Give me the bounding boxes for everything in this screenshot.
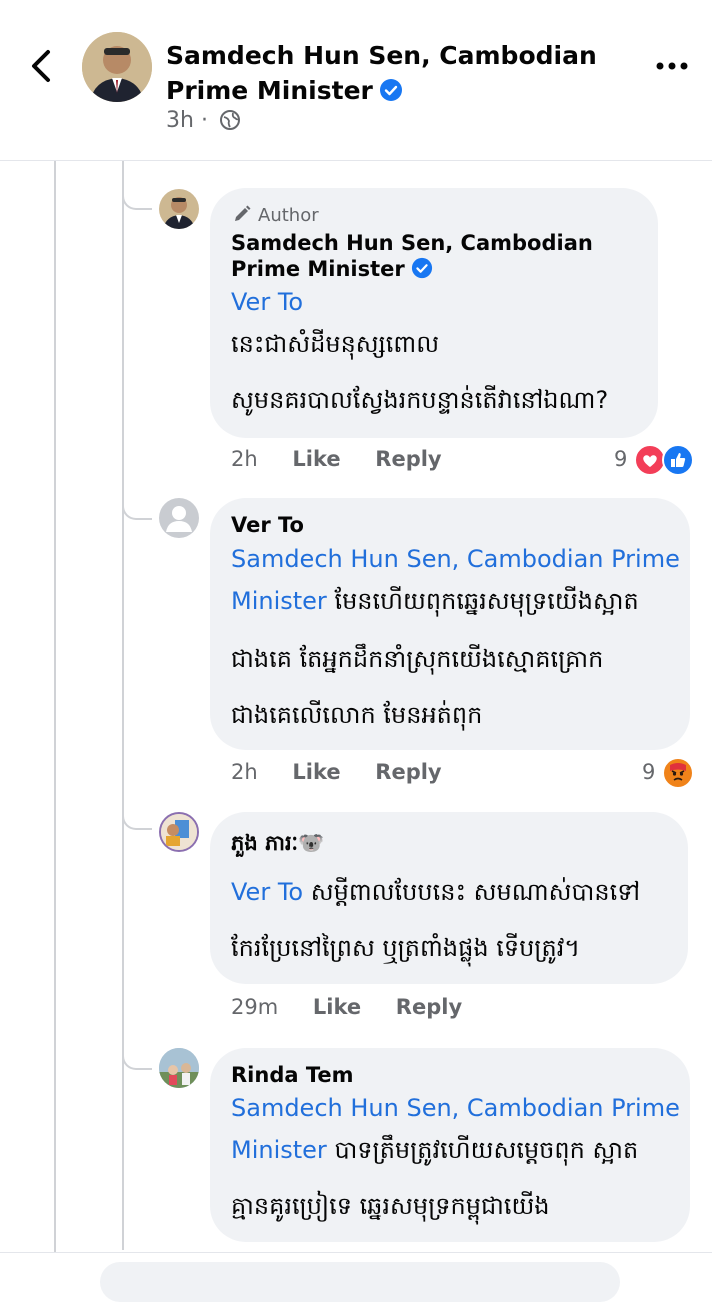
comment-time: 2h (231, 760, 258, 784)
like-button[interactable]: Like (292, 447, 340, 471)
more-dots-icon (656, 62, 688, 70)
globe-icon (219, 110, 240, 130)
comment-text: ជាងគេ តែអ្នកដឹកនាំស្រុកយើងស្មោគគ្រោក (231, 645, 604, 673)
page-title[interactable]: Samdech Hun Sen, Cambodian Prime Ministe… (166, 38, 606, 108)
like-button[interactable]: Like (292, 760, 340, 784)
mention-link[interactable]: Minister (231, 587, 327, 615)
post-header: Samdech Hun Sen, Cambodian Prime Ministe… (0, 0, 712, 161)
comment-text: នេះជាសំដីមនុស្សពោល (231, 330, 440, 358)
like-button[interactable]: Like (313, 995, 361, 1019)
author-tag: Author (232, 204, 319, 226)
avatar[interactable] (159, 1048, 199, 1088)
post-time: 3h (166, 108, 194, 133)
comment-bubble: ភួង ភារៈ🐨 Ver To សម្តីពាលបែបនេះ សមណាស់បា… (210, 812, 688, 984)
post-meta: 3h · (166, 108, 241, 133)
reply-connector (122, 186, 152, 210)
page-avatar[interactable] (82, 32, 152, 102)
back-button[interactable] (22, 44, 62, 88)
comment-input[interactable] (100, 1262, 620, 1302)
comment-actions: 2h Like Reply (231, 760, 470, 784)
reaction-count[interactable]: 9 (642, 760, 655, 784)
reply-button[interactable]: Reply (375, 760, 441, 784)
mention-link[interactable]: Ver To (231, 878, 303, 906)
verified-badge-icon (379, 79, 402, 101)
reply-connector (122, 496, 152, 520)
chevron-left-icon (32, 50, 50, 82)
comment-text: សូមនគរបាលស្វែងរកបន្ទាន់តើវានៅឯណា? (231, 386, 609, 414)
avatar[interactable] (159, 498, 199, 538)
comment-bubble: Author Samdech Hun Sen, Cambodian Prime … (210, 188, 658, 438)
comment-text: ជាងគេលើលោក មែនអត់ពុក (231, 701, 483, 729)
comment-time: 29m (231, 995, 279, 1019)
avatar[interactable] (159, 189, 199, 229)
comment-time: 2h (231, 447, 258, 471)
mention-link[interactable]: Minister (231, 1136, 327, 1164)
reply-connector (122, 806, 152, 830)
reply-connector (122, 1046, 152, 1070)
comment-bubble: Rinda Tem Samdech Hun Sen, Cambodian Pri… (210, 1048, 690, 1242)
comment-text: Minister បាទត្រឹមត្រូវហើយសម្តេចពុក ស្អាត (231, 1136, 639, 1164)
comment-actions: 2h Like Reply (231, 447, 470, 471)
more-options-button[interactable] (652, 48, 692, 84)
comment-text: Minister មែនហើយពុកឆ្នេរសមុទ្រយើងស្អាត (231, 587, 639, 615)
comment-bubble: Ver To Samdech Hun Sen, Cambodian Prime … (210, 498, 690, 750)
thread-line (54, 160, 56, 1260)
comment-actions: 29m Like Reply (231, 995, 490, 1019)
reply-button[interactable]: Reply (396, 995, 462, 1019)
like-icon (662, 444, 694, 476)
reply-button[interactable]: Reply (375, 447, 441, 471)
angry-icon (662, 757, 694, 789)
comment-text: គ្មានគូរប្រៀទេ ឆ្នេរសមុទ្រកម្ពុជាយើង (231, 1192, 550, 1220)
reply-thread-line (122, 160, 124, 1250)
reaction-count[interactable]: 9 (614, 447, 627, 471)
commenter-name[interactable]: ភួង ភារៈ🐨 (231, 830, 324, 856)
verified-badge-icon (411, 257, 432, 279)
pencil-icon (235, 205, 251, 221)
comment-text: Ver To សម្តីពាលបែបនេះ សមណាស់បានទៅ (231, 878, 641, 906)
avatar[interactable] (159, 812, 199, 852)
comment-text: កែរប្រែនៅព្រៃស ឬត្រពាំងផ្លុង ទើបត្រូវ។ (231, 934, 581, 962)
